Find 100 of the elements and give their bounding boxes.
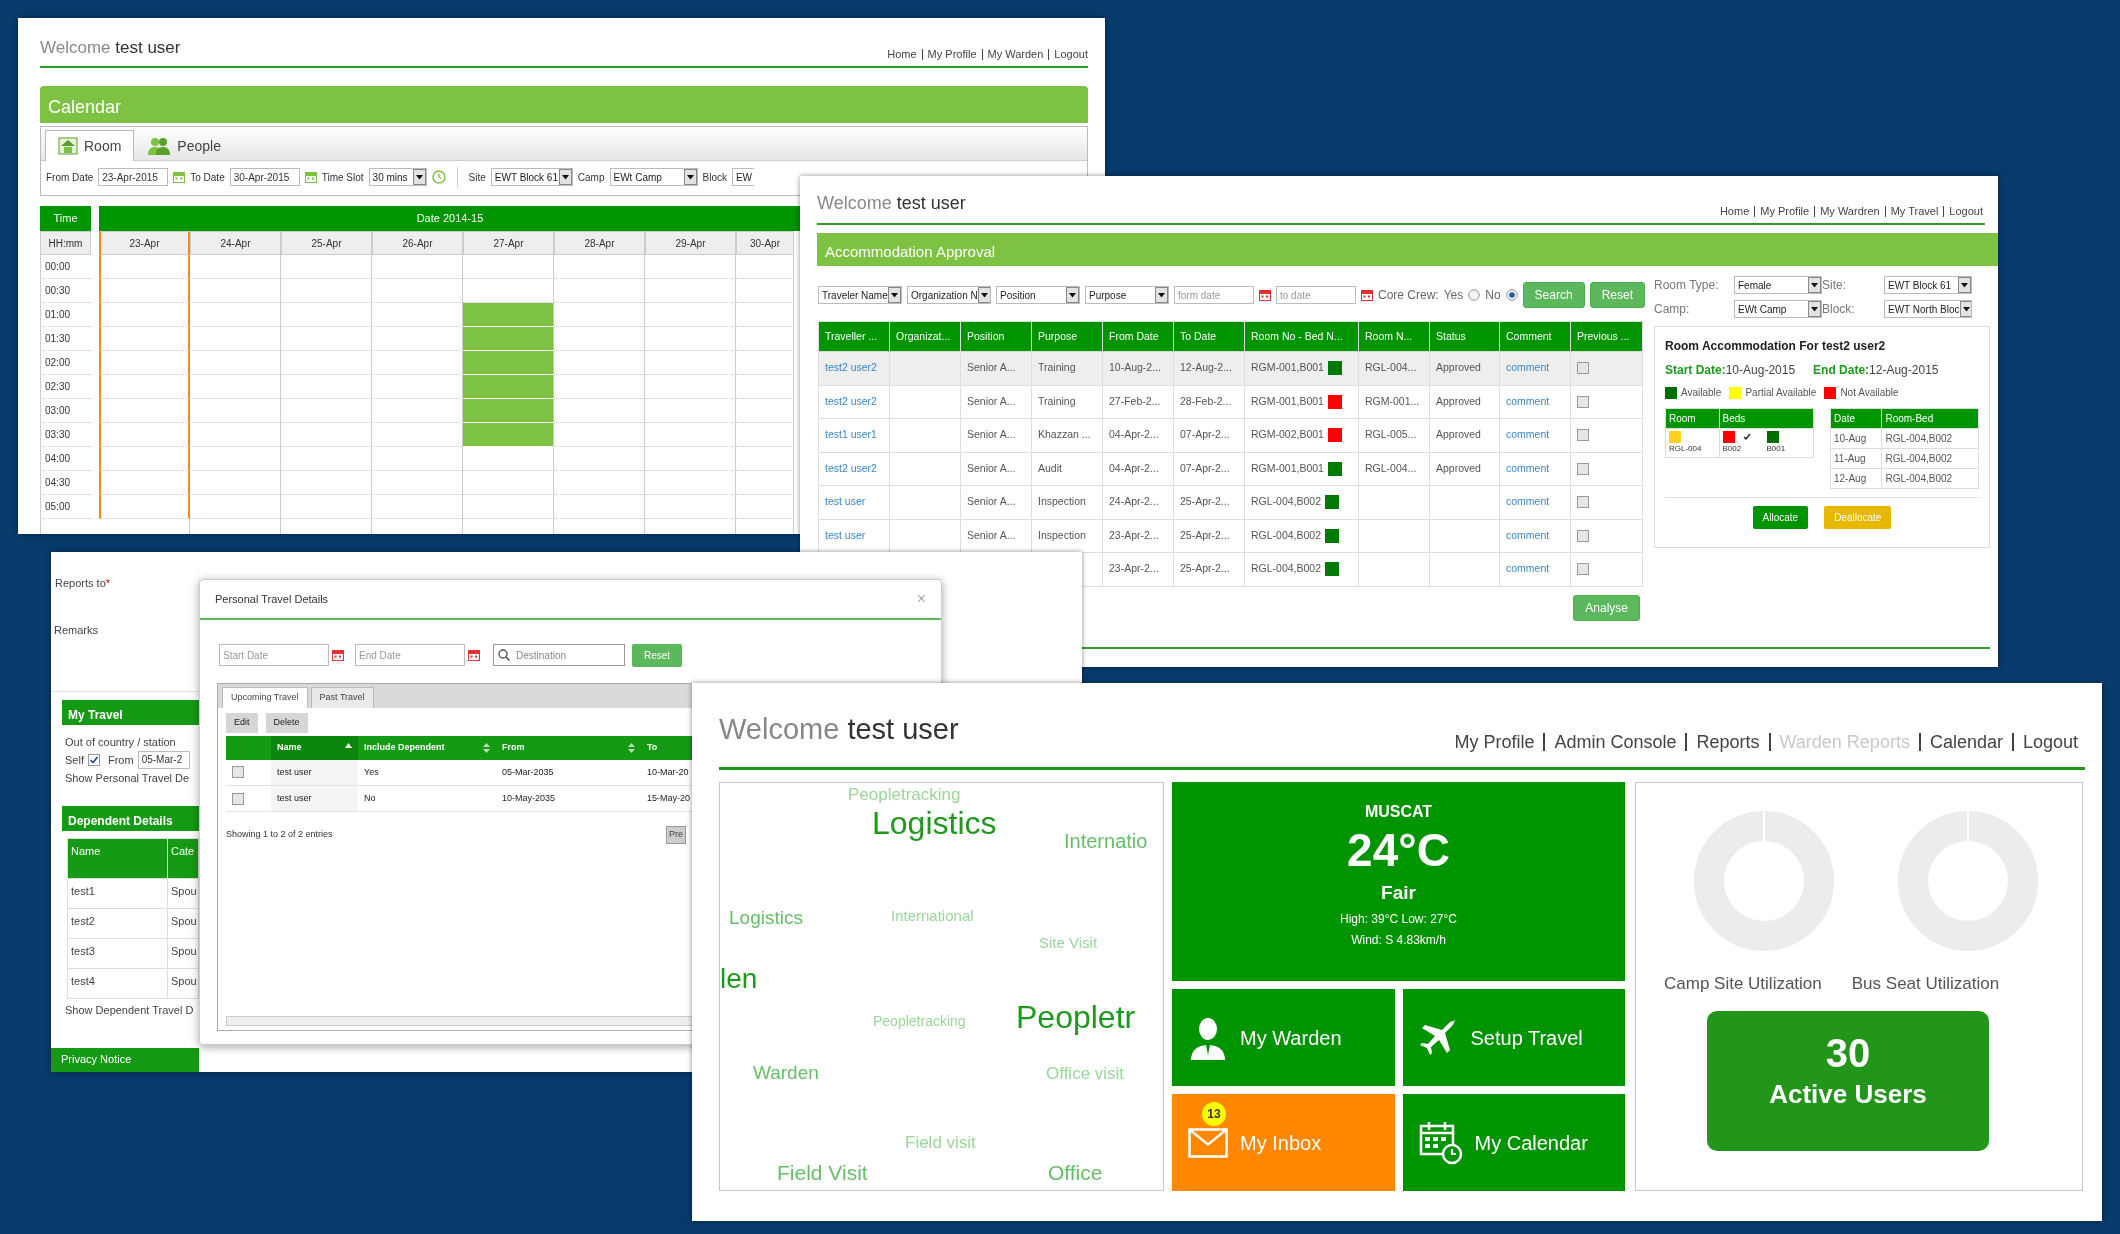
tab[interactable]: Upcoming Travel (222, 687, 308, 708)
tab[interactable]: Room (45, 130, 135, 161)
calendar-slot[interactable] (99, 327, 190, 351)
calendar-slot[interactable] (463, 303, 554, 327)
table-row[interactable]: test2 user2 Senior A... Audit 04-Apr-2... 07-Apr-2... RGM-001,B001 RGL-004... Approved comment (818, 452, 1643, 486)
date-field[interactable]: Start Date (219, 644, 329, 666)
header-cell[interactable]: From (496, 735, 641, 760)
calendar-slot[interactable] (190, 351, 281, 375)
nav-link[interactable]: Logout (1048, 49, 1088, 60)
nav-link[interactable]: My Warden (981, 49, 1049, 60)
calendar-slot[interactable] (554, 255, 645, 279)
calendar-slot[interactable] (190, 495, 281, 519)
radio-button[interactable] (1505, 289, 1518, 301)
calendar-slot[interactable] (99, 447, 190, 471)
pager-button[interactable]: Pre (666, 826, 686, 844)
calendar-slot[interactable] (281, 255, 372, 279)
calendar-slot[interactable] (554, 447, 645, 471)
calendar-slot[interactable] (645, 471, 736, 495)
table-row[interactable]: test2 user2 Senior A... Training 10-Aug-2... 12-Aug-2... RGM-001,B001 RGL-004... Approved comment (818, 351, 1643, 385)
calendar-slot[interactable] (736, 351, 794, 375)
calendar-slot[interactable] (372, 447, 463, 471)
nav-link[interactable]: Home (1714, 206, 1755, 217)
calendar-slot[interactable] (463, 399, 554, 423)
calendar-slot[interactable] (645, 351, 736, 375)
calendar-slot[interactable] (281, 375, 372, 399)
dropdown[interactable]: 30 mins (368, 168, 427, 186)
calendar-slot[interactable] (736, 471, 794, 495)
radio-button[interactable] (1468, 289, 1481, 301)
calendar-slot[interactable] (190, 279, 281, 303)
calendar-slot[interactable] (372, 255, 463, 279)
calendar-slot[interactable] (736, 303, 794, 327)
dropdown[interactable]: EWt Camp (1734, 300, 1822, 318)
calendar-slot[interactable] (281, 351, 372, 375)
calendar-slot[interactable] (736, 279, 794, 303)
table-row[interactable]: test2 user2 Senior A... Training 27-Feb-2... 28-Feb-2... RGM-001,B001 RGM-001... Approved comment (818, 385, 1643, 419)
calendar-slot[interactable] (281, 495, 372, 519)
table-row[interactable]: test1 user1 Senior A... Khazzan ... 04-Apr-2... 07-Apr-2... RGM-002,B001 RGL-005... Approved comment (818, 418, 1643, 452)
calendar-slot[interactable] (463, 327, 554, 351)
nav-link[interactable]: My Profile (921, 49, 982, 60)
date-field[interactable]: 30-Apr-2015 (229, 168, 300, 186)
tile-button[interactable]: My Warden (1172, 989, 1395, 1086)
dropdown[interactable]: Female (1734, 276, 1822, 294)
calendar-slot[interactable] (645, 279, 736, 303)
checkbox[interactable] (1577, 529, 1589, 542)
checkbox[interactable] (1577, 563, 1589, 576)
checkbox[interactable] (232, 766, 244, 779)
dropdown[interactable]: EWt Camp (609, 168, 698, 186)
dropdown[interactable]: Purpose (1085, 286, 1169, 304)
calendar-slot[interactable] (645, 327, 736, 351)
calendar-slot[interactable] (736, 423, 794, 447)
calendar-slot[interactable] (190, 327, 281, 351)
tab[interactable]: People (134, 130, 234, 161)
calendar-slot[interactable] (645, 303, 736, 327)
header-cell[interactable]: Name (271, 735, 358, 760)
calendar-slot[interactable] (190, 255, 281, 279)
checkbox[interactable] (1577, 462, 1589, 475)
column-header[interactable]: To (647, 740, 658, 755)
dropdown[interactable]: Organization N (907, 286, 991, 304)
calendar-slot[interactable] (645, 447, 736, 471)
calendar-slot[interactable] (372, 279, 463, 303)
calendar-slot[interactable] (190, 447, 281, 471)
dropdown[interactable]: EWT Block 61 (1884, 276, 1972, 294)
calendar-slot[interactable] (99, 303, 190, 327)
header-cell[interactable]: Include Dependent (358, 735, 496, 760)
calendar-slot[interactable] (281, 327, 372, 351)
calendar-slot[interactable] (736, 399, 794, 423)
nav-link[interactable]: My Wardren (1814, 206, 1885, 217)
calendar-slot[interactable] (99, 471, 190, 495)
column-header[interactable]: From (502, 740, 525, 755)
calendar-slot[interactable] (463, 471, 554, 495)
calendar-slot[interactable] (554, 495, 645, 519)
dropdown[interactable]: EWT Block 61 (490, 168, 573, 186)
calendar-slot[interactable] (99, 399, 190, 423)
column-header[interactable]: Include Dependent (364, 740, 445, 755)
table-row[interactable]: test user Senior A... Inspection 24-Apr-2... 25-Apr-2... RGL-004,B002 comment (818, 485, 1643, 519)
checkbox[interactable] (1577, 496, 1589, 509)
date-field[interactable]: to date (1276, 286, 1356, 304)
calendar-slot[interactable] (99, 423, 190, 447)
checkbox[interactable] (1577, 429, 1589, 442)
calendar-slot[interactable] (281, 303, 372, 327)
nav-link[interactable]: Reports (1685, 733, 1769, 751)
date-field[interactable]: 23-Apr-2015 (98, 168, 169, 186)
calendar-slot[interactable] (554, 375, 645, 399)
tile-button[interactable]: My Calendar (1402, 1094, 1625, 1191)
calendar-slot[interactable] (645, 255, 736, 279)
calendar-slot[interactable] (99, 279, 190, 303)
calendar-slot[interactable] (190, 399, 281, 423)
calendar-slot[interactable] (190, 375, 281, 399)
nav-link[interactable]: My Profile (1445, 733, 1544, 751)
nav-link[interactable]: Home (882, 49, 922, 60)
tab[interactable]: Past Travel (310, 687, 374, 708)
link[interactable]: Show Personal Travel De (65, 769, 199, 787)
nav-link[interactable]: Calendar (1918, 733, 2012, 751)
calendar-slot[interactable] (99, 255, 190, 279)
calendar-slot[interactable] (281, 471, 372, 495)
nav-link[interactable]: My Profile (1754, 206, 1815, 217)
calendar-slot[interactable] (281, 423, 372, 447)
calendar-slot[interactable] (281, 447, 372, 471)
button[interactable]: Delete (265, 713, 308, 733)
search-field[interactable]: Destination (493, 644, 625, 666)
